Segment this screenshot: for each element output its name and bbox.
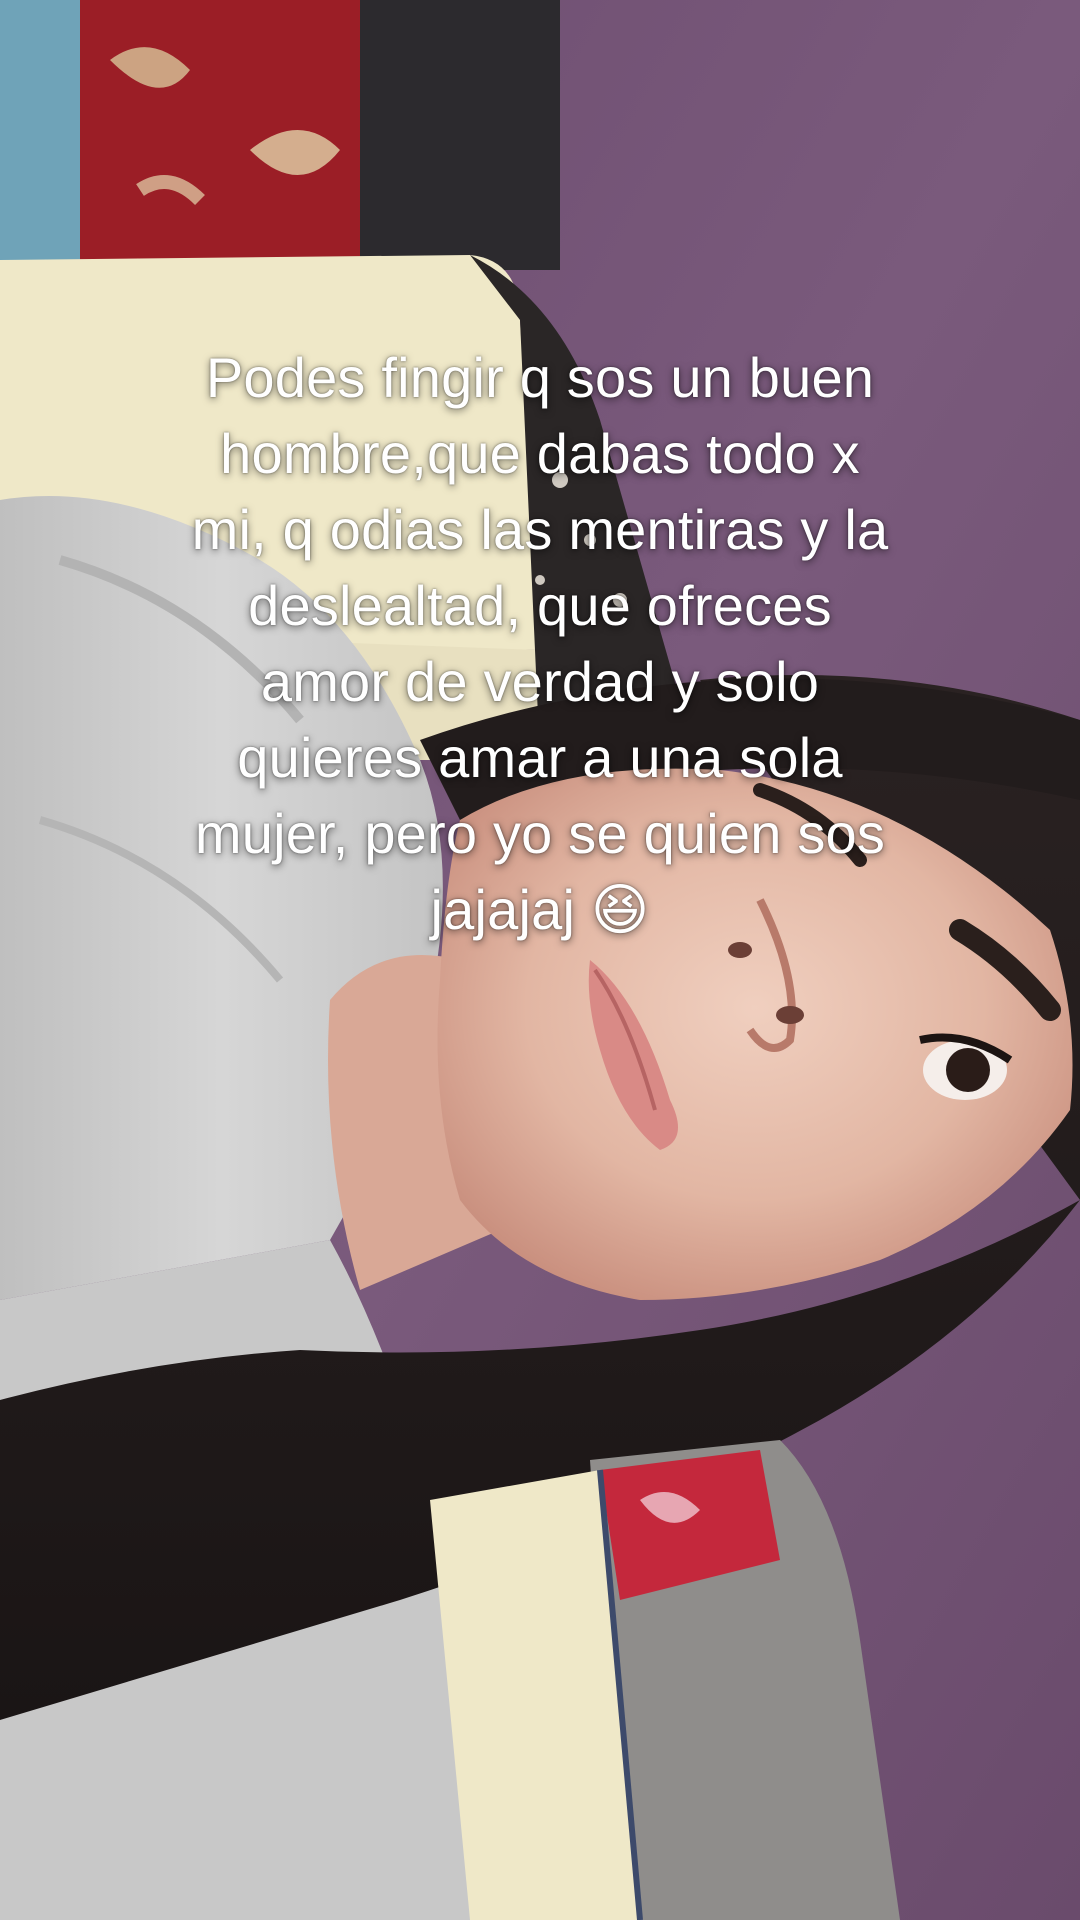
caption-line: quieres amar a una sola xyxy=(237,726,843,789)
story-screen: Podes fingir q sos un buen hombre,que da… xyxy=(0,0,1080,1920)
caption-line: Podes fingir q sos un buen xyxy=(205,346,875,409)
caption-line: mujer, pero yo se quien sos xyxy=(194,802,886,865)
caption-line: jajajaj 😆 xyxy=(430,878,650,941)
story-caption: Podes fingir q sos un buen hombre,que da… xyxy=(100,340,980,948)
caption-line: hombre,que dabas todo x xyxy=(220,422,860,485)
background-photo xyxy=(0,0,1080,1920)
caption-line: deslealtad, que ofreces xyxy=(248,574,832,637)
caption-line: amor de verdad y solo xyxy=(260,650,820,713)
caption-line: mi, q odias las mentiras y la xyxy=(191,498,889,561)
